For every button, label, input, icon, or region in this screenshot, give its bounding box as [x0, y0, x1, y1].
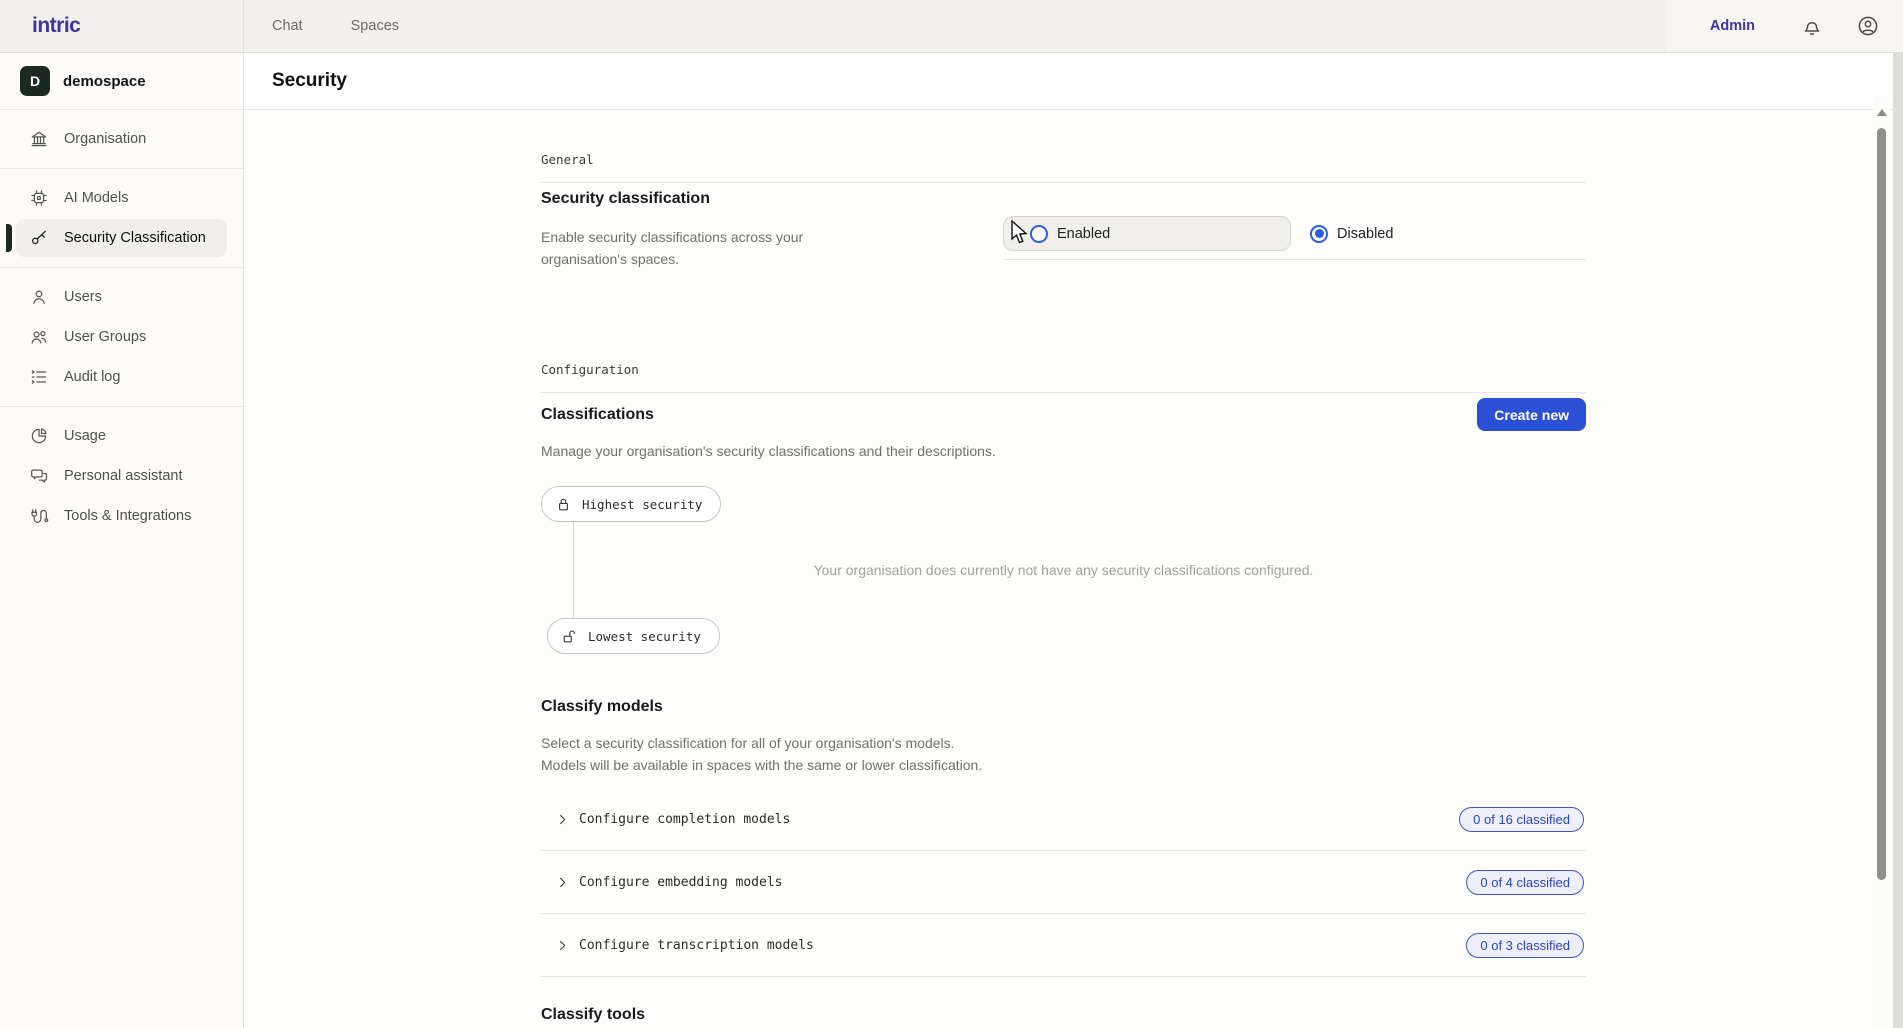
sidebar-item-label: User Groups: [64, 329, 146, 345]
security-classification-description: Enable security classifications across y…: [541, 226, 861, 270]
building-icon: [29, 129, 49, 149]
plug-cable-icon: [29, 506, 49, 526]
radio-label-enabled: Enabled: [1057, 226, 1110, 242]
sidebar-item-label: Usage: [64, 428, 106, 444]
sidebar: D demospace Organisation AI Models Secur…: [0, 53, 244, 1028]
workspace-name: demospace: [63, 73, 146, 90]
account-button[interactable]: [1855, 13, 1881, 39]
sidebar-item-personal-assistant[interactable]: Personal assistant: [16, 457, 227, 495]
nav-spaces[interactable]: Spaces: [351, 18, 399, 34]
divider: [541, 182, 1586, 183]
sidebar-item-organisation[interactable]: Organisation: [16, 120, 227, 158]
audit-list-icon: [29, 367, 49, 387]
page-content: General Security classification Enable s…: [244, 110, 1903, 1028]
intric-logo: intric: [32, 14, 80, 38]
classifications-title: Classifications: [541, 406, 654, 424]
sidebar-item-ai-models[interactable]: AI Models: [16, 179, 227, 217]
highest-security-pill: Highest security: [541, 486, 721, 522]
sidebar-item-label: Tools & Integrations: [64, 508, 191, 524]
workspace-avatar: D: [20, 66, 50, 96]
main-area: Security General Security classification…: [244, 53, 1903, 1028]
status-badge: 0 of 3 classified: [1466, 933, 1584, 958]
divider: [1003, 259, 1586, 260]
sidebar-divider: [0, 267, 243, 268]
row-label: Configure embedding models: [579, 875, 1466, 890]
lock-closed-icon: [555, 496, 572, 513]
scrollbar-up-arrow[interactable]: [1877, 109, 1887, 116]
sidebar-item-users[interactable]: Users: [16, 278, 227, 316]
topbar-right-panel: Admin: [1666, 0, 1903, 52]
workspace-switcher[interactable]: D demospace: [0, 53, 243, 110]
classify-models-description-line2: Models will be available in spaces with …: [541, 754, 982, 776]
key-icon: [29, 228, 49, 248]
create-new-button[interactable]: Create new: [1477, 398, 1586, 431]
admin-button[interactable]: Admin: [1696, 12, 1769, 40]
bell-icon: [1800, 14, 1824, 38]
sidebar-item-label: Audit log: [64, 369, 120, 385]
radio-option-disabled[interactable]: Disabled: [1310, 216, 1393, 251]
window-edge: [1893, 53, 1903, 1028]
classifications-description: Manage your organisation's security clas…: [541, 440, 1141, 462]
scrollbar-track[interactable]: [1874, 95, 1889, 1028]
configuration-section-label: Configuration: [541, 362, 639, 377]
configure-completion-models-row[interactable]: Configure completion models 0 of 16 clas…: [541, 788, 1586, 851]
sidebar-item-label: Security Classification: [64, 230, 206, 246]
classify-models-description-line1: Select a security classification for all…: [541, 732, 955, 754]
logo-section: intric: [0, 0, 244, 52]
configure-transcription-models-row[interactable]: Configure transcription models 0 of 3 cl…: [541, 914, 1586, 977]
page-title: Security: [272, 70, 347, 92]
security-classification-title: Security classification: [541, 190, 710, 208]
chevron-right-icon: [555, 938, 570, 953]
content-container: General Security classification Enable s…: [541, 110, 1586, 1028]
chevron-right-icon: [555, 875, 570, 890]
top-bar: intric Chat Spaces Admin: [0, 0, 1903, 53]
top-navigation: Chat Spaces: [244, 18, 1666, 34]
configure-embedding-models-row[interactable]: Configure embedding models 0 of 4 classi…: [541, 851, 1586, 914]
sidebar-nav: Organisation AI Models Security Classifi…: [0, 110, 243, 535]
chevron-right-icon: [555, 812, 570, 827]
sidebar-item-label: Organisation: [64, 131, 146, 147]
person-circle-icon: [1856, 14, 1880, 38]
page-header: Security: [244, 53, 1903, 110]
notifications-button[interactable]: [1799, 13, 1825, 39]
chip-icon: [29, 188, 49, 208]
classifications-empty-state: Your organisation does currently not hav…: [541, 562, 1586, 578]
chat-bubbles-icon: [29, 466, 49, 486]
sidebar-item-usage[interactable]: Usage: [16, 417, 227, 455]
sidebar-item-security-classification[interactable]: Security Classification: [16, 219, 227, 257]
sidebar-item-audit-log[interactable]: Audit log: [16, 358, 227, 396]
general-section-label: General: [541, 152, 594, 167]
nav-chat[interactable]: Chat: [272, 18, 303, 34]
users-icon: [29, 327, 49, 347]
lowest-security-pill: Lowest security: [547, 618, 720, 654]
highest-security-label: Highest security: [582, 497, 702, 512]
radio-label-disabled: Disabled: [1337, 226, 1393, 242]
user-icon: [29, 287, 49, 307]
row-label: Configure completion models: [579, 812, 1459, 827]
pie-chart-icon: [29, 426, 49, 446]
scrollbar-thumb[interactable]: [1877, 128, 1886, 880]
status-badge: 0 of 16 classified: [1459, 807, 1584, 832]
sidebar-item-label: AI Models: [64, 190, 128, 206]
radio-option-enabled[interactable]: Enabled: [1003, 216, 1291, 251]
lowest-security-label: Lowest security: [588, 629, 701, 644]
sidebar-divider: [0, 168, 243, 169]
sidebar-divider: [0, 406, 243, 407]
sidebar-item-user-groups[interactable]: User Groups: [16, 318, 227, 356]
sidebar-item-tools-integrations[interactable]: Tools & Integrations: [16, 497, 227, 535]
status-badge: 0 of 4 classified: [1466, 870, 1584, 895]
classify-tools-title: Classify tools: [541, 1006, 645, 1024]
lock-open-icon: [561, 628, 578, 645]
sidebar-item-label: Personal assistant: [64, 468, 182, 484]
row-label: Configure transcription models: [579, 938, 1466, 953]
sidebar-item-label: Users: [64, 289, 102, 305]
radio-icon-enabled[interactable]: [1030, 225, 1048, 243]
divider: [541, 392, 1586, 393]
radio-icon-disabled[interactable]: [1310, 225, 1328, 243]
classify-models-title: Classify models: [541, 698, 663, 716]
classify-models-rows: Configure completion models 0 of 16 clas…: [541, 788, 1586, 977]
